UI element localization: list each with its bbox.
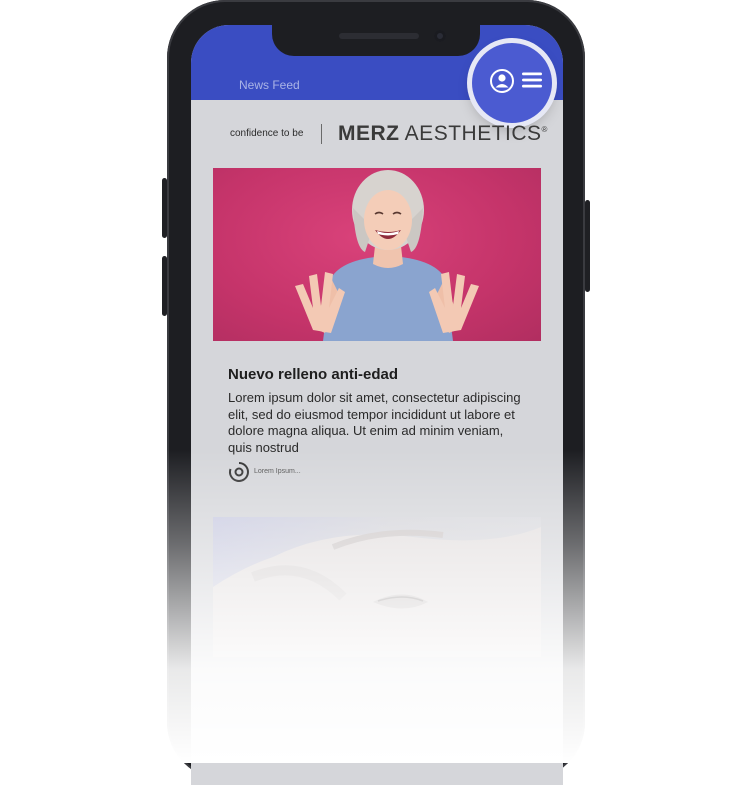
- speaker-grille: [339, 33, 419, 39]
- brand-divider: [321, 124, 322, 144]
- eye-treatment-photo: [213, 527, 541, 657]
- brand-name-light: AESTHETICS: [399, 122, 542, 145]
- brand-name-bold: MERZ: [338, 122, 400, 145]
- next-article-image[interactable]: [213, 517, 541, 657]
- brand-logo: MERZ AESTHETICS®: [338, 122, 548, 146]
- profile-button[interactable]: [488, 68, 516, 99]
- front-camera: [434, 30, 446, 42]
- user-circle-icon: [489, 68, 515, 99]
- hamburger-menu-icon: [521, 71, 543, 94]
- smiling-woman-photo: [295, 170, 479, 341]
- registered-mark: ®: [541, 125, 548, 134]
- page-title: News Feed: [239, 78, 300, 92]
- brand-bar: confidence to be MERZ AESTHETICS®: [230, 122, 547, 146]
- target-icon: [228, 461, 250, 488]
- phone-side-button: [162, 256, 167, 316]
- article-image[interactable]: [213, 168, 541, 341]
- phone-notch: [272, 18, 480, 56]
- phone-side-button: [162, 178, 167, 238]
- menu-button[interactable]: [520, 70, 544, 94]
- article-title[interactable]: Nuevo relleno anti-edad: [228, 366, 398, 383]
- article-meta-label: Lorem Ipsum...: [254, 468, 301, 475]
- article-excerpt: Lorem ipsum dolor sit amet, consectetur …: [228, 390, 521, 455]
- phone-power-button: [585, 200, 590, 292]
- article-meta: Lorem Ipsum...: [228, 461, 428, 483]
- brand-tagline: confidence to be: [230, 128, 304, 139]
